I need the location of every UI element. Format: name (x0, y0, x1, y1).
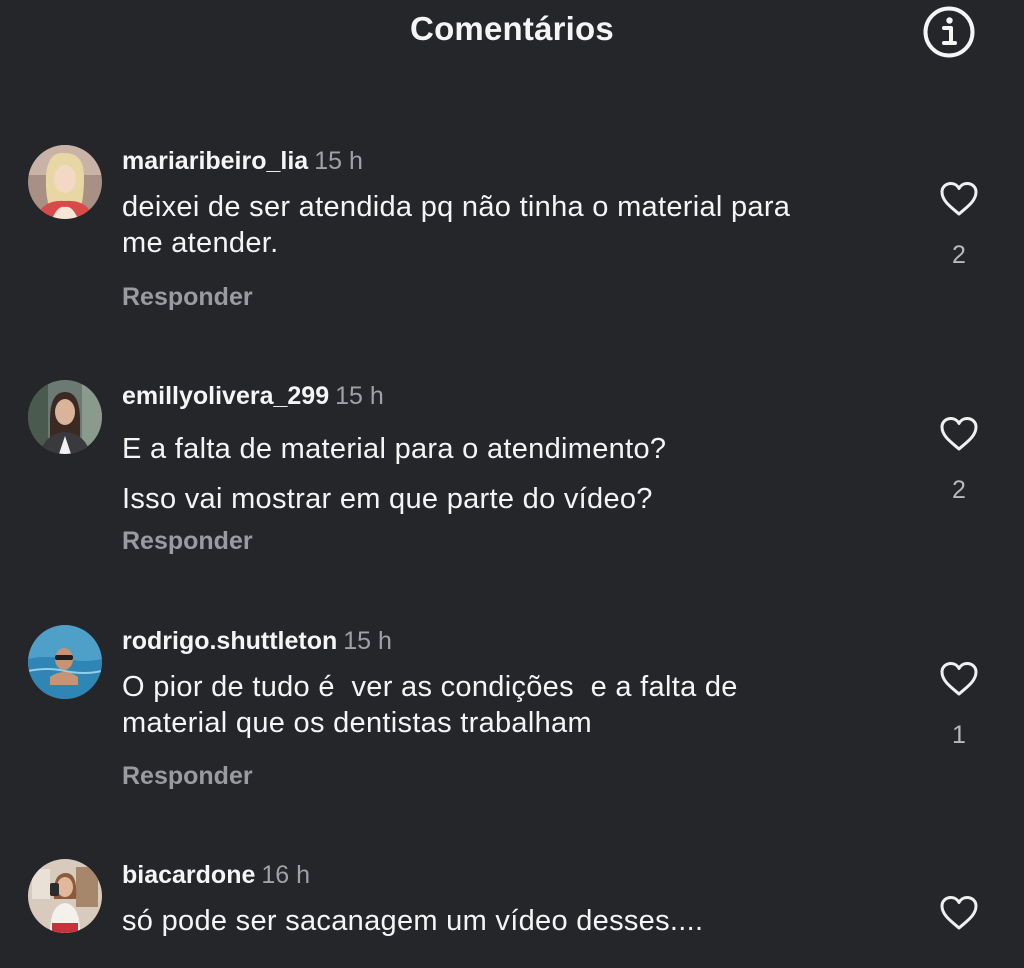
reply-button[interactable]: Responder (122, 283, 253, 312)
timestamp: 15 h (335, 382, 384, 410)
like-button[interactable] (937, 414, 981, 454)
like-count: 1 (952, 721, 966, 749)
avatar[interactable] (28, 145, 102, 219)
comment-text-line: Isso vai mostrar em que parte do vídeo? (122, 483, 653, 515)
comment-text-line: material que os dentistas trabalham (122, 707, 592, 739)
comment-text-line: E a falta de material para o atendimento… (122, 433, 667, 465)
comment-text-line: deixei de ser atendida pq não tinha o ma… (122, 191, 791, 223)
like-count: 2 (952, 476, 966, 504)
username[interactable]: mariaribeiro_lia (122, 147, 308, 175)
header: Comentários (0, 0, 1024, 64)
comment-text: E a falta de material para o atendimento… (122, 424, 912, 524)
comment-meta: emillyolivera_299 15 h (122, 382, 384, 411)
avatar[interactable] (28, 859, 102, 933)
comment-text: só pode ser sacanagem um vídeo desses...… (122, 903, 912, 939)
username[interactable]: biacardone (122, 861, 255, 889)
comment-meta: biacardone 16 h (122, 861, 310, 890)
comment-text: deixei de ser atendida pq não tinha o ma… (122, 189, 912, 261)
timestamp: 16 h (261, 861, 311, 889)
heart-icon (940, 896, 978, 930)
info-circle-icon (923, 6, 975, 58)
heart-icon (940, 417, 978, 451)
like-button[interactable] (937, 659, 981, 699)
comment-meta: mariaribeiro_lia 15 h (122, 147, 363, 176)
comment-text-line: O pior de tudo é ver as condições e a fa… (122, 671, 738, 703)
comment-text: O pior de tudo é ver as condições e a fa… (122, 669, 912, 741)
avatar[interactable] (28, 625, 102, 699)
reply-button[interactable]: Responder (122, 762, 253, 791)
info-button[interactable] (921, 4, 977, 60)
username[interactable]: rodrigo.shuttleton (122, 627, 337, 655)
comment-text-line: só pode ser sacanagem um vídeo desses...… (122, 905, 704, 937)
timestamp: 15 h (343, 627, 392, 655)
page-title: Comentários (410, 10, 614, 47)
reply-button[interactable]: Responder (122, 527, 253, 556)
heart-icon (940, 662, 978, 696)
comment-meta: rodrigo.shuttleton 15 h (122, 627, 392, 656)
avatar[interactable] (28, 380, 102, 454)
like-button[interactable] (937, 893, 981, 933)
like-button[interactable] (937, 179, 981, 219)
timestamp: 15 h (314, 147, 363, 175)
username[interactable]: emillyolivera_299 (122, 382, 329, 410)
heart-icon (940, 182, 978, 216)
comment-text-line: me atender. (122, 227, 279, 259)
like-count: 2 (952, 241, 966, 269)
